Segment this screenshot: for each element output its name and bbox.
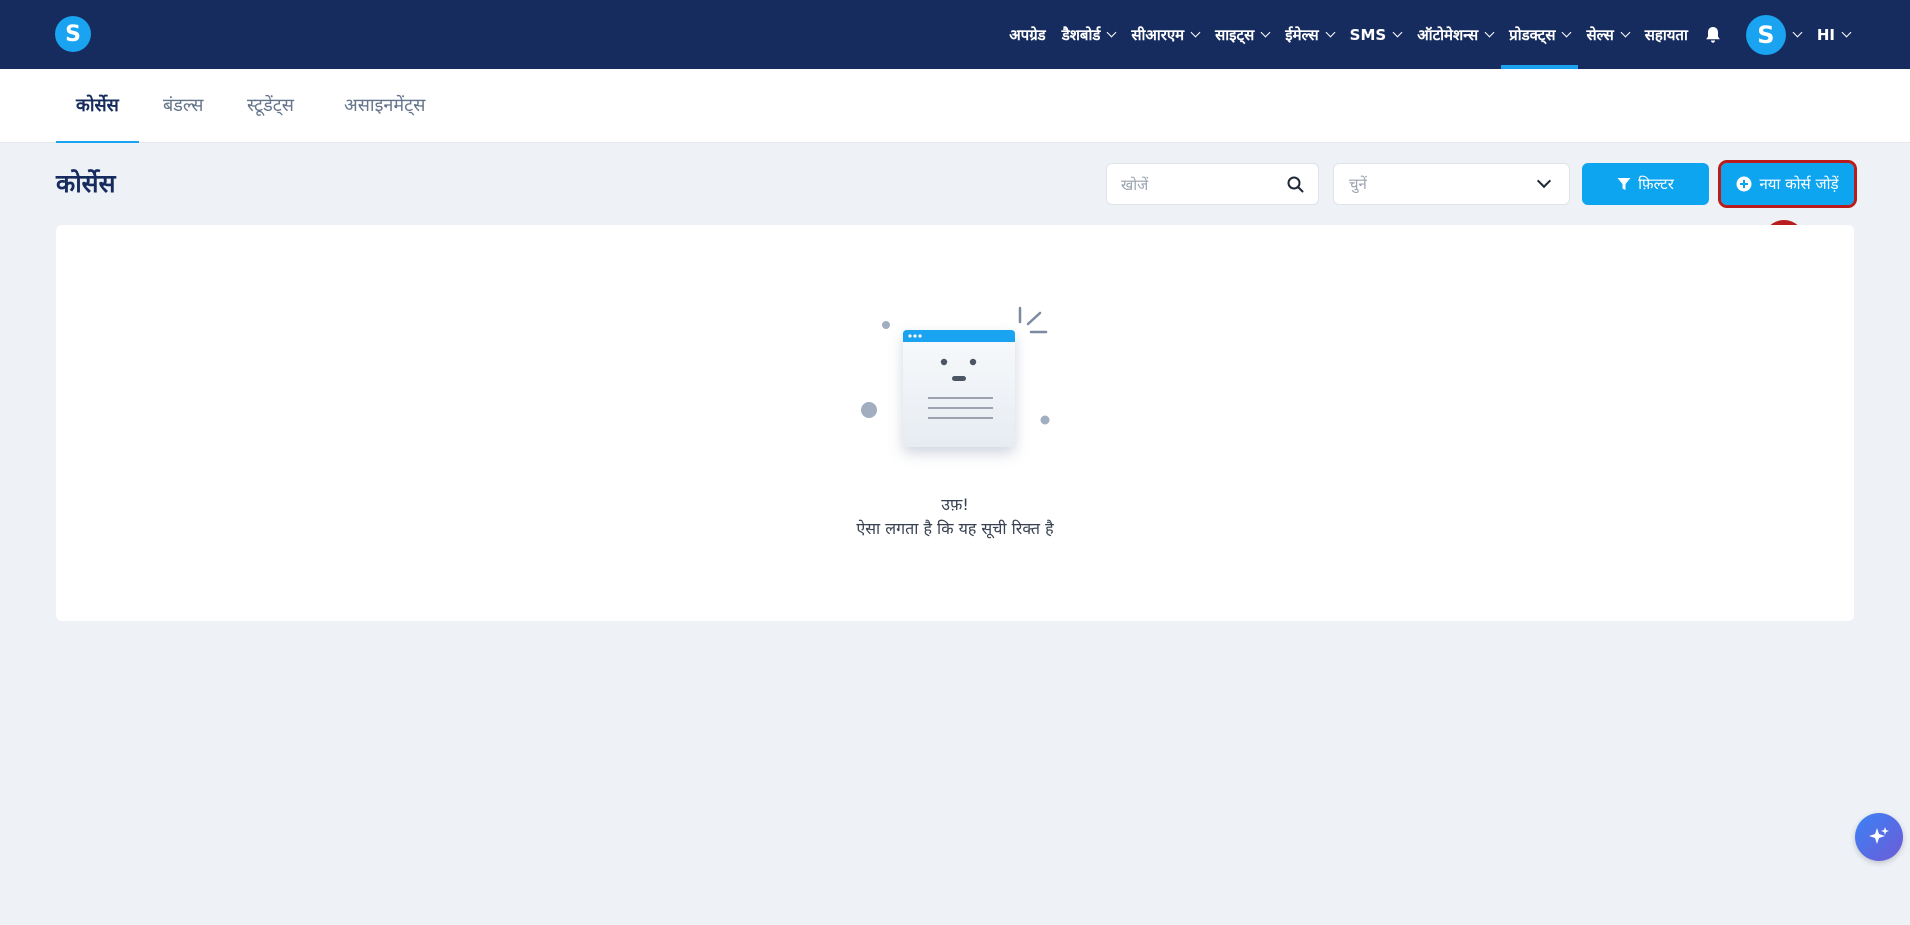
nav-menu: अपग्रेड डैशबोर्ड सीआरएम साइट्स ईमेल्स SM… — [1001, 0, 1858, 69]
search-field[interactable] — [1106, 163, 1319, 205]
sparkle-icon — [1869, 827, 1889, 844]
bell-icon — [1706, 26, 1720, 43]
nav-item-label: ऑटोमेशन्स — [1417, 25, 1479, 44]
nav-item-upgrade[interactable]: अपग्रेड — [1001, 0, 1053, 69]
nav-item-label: सहायता — [1644, 25, 1688, 44]
nav-item-label: डैशबोर्ड — [1061, 25, 1101, 44]
nav-item-sms[interactable]: SMS — [1342, 0, 1410, 69]
select-placeholder: चुनें — [1349, 175, 1367, 193]
chevron-down-icon — [1484, 27, 1495, 38]
top-navbar: S अपग्रेड डैशबोर्ड सीआरएम साइट्स ईमेल्स … — [0, 0, 1910, 69]
nav-item-crm[interactable]: सीआरएम — [1123, 0, 1207, 69]
nav-item-label: सीआरएम — [1131, 25, 1185, 44]
nav-item-label: ईमेल्स — [1285, 25, 1319, 44]
empty-list-illustration — [861, 306, 1050, 447]
tab-bundles[interactable]: बंडल्स — [163, 69, 203, 143]
chevron-down-icon — [1536, 173, 1552, 189]
filter-button[interactable]: फ़िल्टर — [1582, 163, 1709, 205]
user-menu[interactable]: S — [1730, 0, 1809, 69]
chevron-down-icon — [1260, 27, 1271, 38]
empty-state-message: ऐसा लगता है कि यह सूची रिक्त है — [856, 519, 1054, 538]
chevron-down-icon — [1190, 27, 1201, 38]
chevron-down-icon — [1562, 27, 1572, 38]
search-icon — [1287, 176, 1304, 193]
nav-item-help[interactable]: सहायता — [1637, 0, 1696, 69]
chevron-down-icon — [1325, 27, 1336, 38]
nav-item-products[interactable]: प्रोडक्ट्स — [1501, 0, 1579, 69]
avatar: S — [1745, 14, 1786, 55]
filter-icon — [1617, 177, 1631, 191]
page-title: कोर्सेस — [56, 169, 116, 198]
chevron-down-icon — [1392, 27, 1403, 38]
tab-students[interactable]: स्टूडेंट्स — [247, 69, 294, 143]
nav-item-label: सेल्स — [1586, 25, 1614, 44]
nav-item-label: SMS — [1349, 25, 1387, 44]
nav-item-label: प्रोडक्ट्स — [1509, 25, 1556, 44]
tab-assignments[interactable]: असाइनमेंट्स — [344, 69, 425, 143]
app-logo[interactable]: S — [55, 16, 91, 52]
sub-tabs: कोर्सेस बंडल्स स्टूडेंट्स असाइनमेंट्स — [0, 69, 1910, 143]
select-dropdown[interactable]: चुनें — [1333, 163, 1570, 205]
chevron-down-icon — [1841, 27, 1852, 38]
add-course-button[interactable]: नया कोर्स जोड़ें — [1718, 160, 1857, 208]
nav-item-sites[interactable]: साइट्स — [1207, 0, 1277, 69]
chevron-down-icon — [1106, 27, 1117, 38]
nav-item-emails[interactable]: ईमेल्स — [1277, 0, 1341, 69]
courses-list-card: उफ़! ऐसा लगता है कि यह सूची रिक्त है — [56, 225, 1854, 621]
filter-label: फ़िल्टर — [1638, 175, 1674, 193]
add-course-label: नया कोर्स जोड़ें — [1759, 175, 1839, 193]
notifications-button[interactable] — [1696, 0, 1730, 69]
chevron-down-icon — [1620, 27, 1631, 38]
chevron-down-icon — [1792, 27, 1803, 38]
language-label: HI — [1816, 25, 1835, 44]
nav-item-label: अपग्रेड — [1009, 25, 1046, 44]
nav-item-automations[interactable]: ऑटोमेशन्स — [1409, 0, 1501, 69]
nav-item-sales[interactable]: सेल्स — [1578, 0, 1636, 69]
empty-state-title: उफ़! — [941, 495, 969, 514]
search-input[interactable] — [1121, 174, 1281, 196]
nav-item-label: साइट्स — [1215, 25, 1255, 44]
nav-item-dashboard[interactable]: डैशबोर्ड — [1054, 0, 1124, 69]
tab-courses[interactable]: कोर्सेस — [56, 69, 139, 143]
ai-assistant-button[interactable] — [1855, 813, 1903, 861]
plus-circle-icon — [1736, 176, 1752, 192]
language-selector[interactable]: HI — [1809, 0, 1858, 69]
